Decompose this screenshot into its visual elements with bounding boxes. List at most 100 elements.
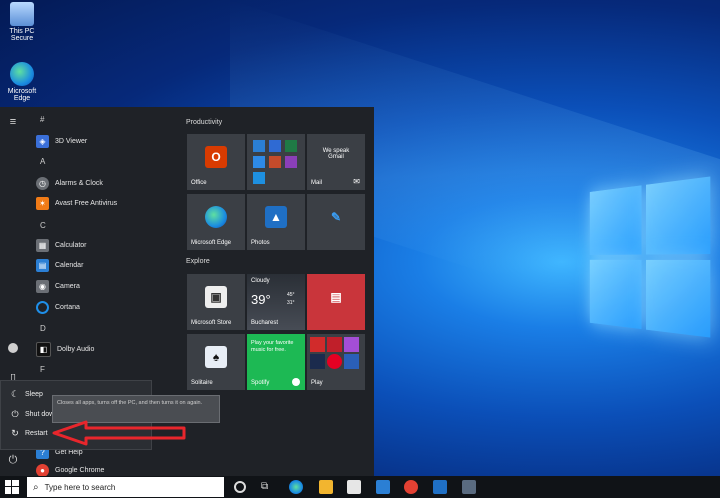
letter-header[interactable]: F bbox=[40, 365, 45, 374]
taskbar: ⌕ Type here to search ⧉ bbox=[0, 476, 720, 498]
chrome-icon[interactable] bbox=[404, 480, 418, 494]
tile-mail[interactable]: We speak Gmail Mail ✉ bbox=[307, 134, 365, 190]
list-item[interactable]: ◧ Dolby Audio bbox=[36, 341, 94, 357]
desktop-icon-thispc[interactable]: This PC Secure bbox=[2, 2, 42, 42]
excel-icon bbox=[285, 140, 297, 152]
restart-tooltip: Closes all apps, turns off the PC, and t… bbox=[52, 395, 220, 423]
app-label: 3D Viewer bbox=[55, 137, 88, 145]
store-icon[interactable] bbox=[347, 480, 361, 494]
search-placeholder: Type here to search bbox=[44, 482, 116, 492]
list-item[interactable]: Cortana bbox=[36, 299, 80, 315]
power-icon[interactable]: ⏻ bbox=[6, 453, 20, 467]
cube-icon: ◈ bbox=[36, 134, 49, 148]
list-item[interactable]: ▤ Calendar bbox=[36, 257, 83, 273]
outlook-icon bbox=[253, 140, 265, 152]
restart-icon: ↻ bbox=[11, 428, 19, 438]
app-icon[interactable] bbox=[462, 480, 476, 494]
moon-icon: ☾ bbox=[10, 389, 20, 399]
letter-header[interactable]: # bbox=[40, 115, 44, 124]
power-icon: ⏻ bbox=[11, 409, 19, 419]
weather-low: 31° bbox=[287, 300, 295, 306]
photos-icon: ▲ bbox=[265, 206, 287, 228]
tile-play[interactable]: Play bbox=[307, 334, 365, 390]
chrome-icon: ● bbox=[36, 463, 49, 477]
tile-photos[interactable]: ▲ Photos bbox=[247, 194, 305, 250]
weather-temp: 39° bbox=[251, 292, 271, 307]
avatar[interactable] bbox=[8, 343, 18, 353]
pen-icon: ✎ bbox=[330, 210, 342, 224]
hamburger-icon[interactable]: ≡ bbox=[6, 115, 20, 129]
tile-label: Office bbox=[191, 180, 207, 186]
computer-icon bbox=[10, 2, 34, 26]
shutdown-option[interactable]: ⏻ Shut down bbox=[9, 409, 58, 420]
office-apps-grid bbox=[253, 140, 301, 184]
file-explorer-icon[interactable] bbox=[319, 480, 333, 494]
store-icon: ▣ bbox=[205, 286, 227, 308]
tile-label: Spotify bbox=[251, 380, 270, 386]
app-label: Camera bbox=[55, 282, 80, 290]
skype-icon bbox=[253, 172, 265, 184]
tile-label: Mail bbox=[311, 180, 323, 186]
task-view-icon[interactable]: ⧉ bbox=[261, 480, 275, 494]
edge-icon[interactable] bbox=[289, 480, 303, 494]
list-item[interactable]: ✶ Avast Free Antivirus bbox=[36, 195, 117, 211]
photos-icon[interactable] bbox=[433, 480, 447, 494]
app-label: Dolby Audio bbox=[57, 345, 95, 353]
cortana-icon bbox=[36, 300, 49, 314]
camera-icon: ◉ bbox=[36, 279, 49, 293]
letter-header[interactable]: C bbox=[40, 221, 46, 230]
list-item[interactable]: ▦ Calculator bbox=[36, 237, 87, 253]
office-icon: O bbox=[205, 146, 227, 168]
tile-news[interactable]: ▤ bbox=[307, 274, 365, 330]
tile-edge[interactable]: Microsoft Edge bbox=[187, 194, 245, 250]
restart-option[interactable]: ↻ Restart bbox=[9, 428, 48, 439]
tile-label: Play bbox=[311, 380, 323, 386]
desktop-icon-label: Microsoft Edge bbox=[7, 88, 37, 102]
mail-icon[interactable] bbox=[376, 480, 390, 494]
desktop-icon-label: This PC Secure bbox=[9, 28, 35, 42]
avast-icon: ✶ bbox=[36, 196, 49, 210]
tile-label: Photos bbox=[251, 240, 270, 246]
taskbar-search[interactable]: ⌕ Type here to search bbox=[27, 477, 224, 497]
letter-header[interactable]: A bbox=[40, 157, 45, 166]
tile-label: Bucharest bbox=[251, 320, 279, 326]
app-label: Calendar bbox=[55, 261, 84, 269]
letter-header[interactable]: D bbox=[40, 324, 46, 333]
app-label: Cortana bbox=[55, 303, 80, 311]
pinterest-icon bbox=[327, 354, 342, 369]
tile-label: Solitaire bbox=[191, 380, 213, 386]
edge-icon bbox=[10, 62, 34, 86]
tile-solitaire[interactable]: ♠ Solitaire bbox=[187, 334, 245, 390]
mail-tile-text: We speak Gmail bbox=[322, 148, 350, 160]
windows-start-icon[interactable] bbox=[5, 480, 19, 494]
cortana-icon[interactable] bbox=[234, 481, 246, 493]
photoshop-icon bbox=[310, 354, 325, 369]
game-icon bbox=[344, 337, 359, 352]
list-item[interactable]: ◷ Alarms & Clock bbox=[36, 175, 103, 191]
list-item[interactable]: ◉ Camera bbox=[36, 278, 80, 294]
group-label[interactable]: Explore bbox=[186, 258, 210, 265]
spotify-tile-text: Play your favorite music for free. bbox=[251, 340, 294, 353]
sleep-option[interactable]: ☾ Sleep bbox=[9, 389, 43, 400]
tile-office-apps[interactable] bbox=[247, 134, 305, 190]
play-apps-grid bbox=[310, 337, 359, 369]
list-item[interactable]: ◈ 3D Viewer bbox=[36, 133, 87, 149]
tile-pen[interactable]: ✎ bbox=[307, 194, 365, 250]
powerpoint-icon bbox=[269, 156, 281, 168]
calendar-icon: ▤ bbox=[36, 258, 49, 272]
tile-weather[interactable]: Cloudy 39° 45° 31° Bucharest bbox=[247, 274, 305, 330]
search-icon: ⌕ bbox=[33, 481, 39, 493]
power-option-label: Restart bbox=[25, 430, 48, 437]
weather-high: 45° bbox=[287, 292, 295, 298]
app-icon bbox=[344, 354, 359, 369]
calculator-icon: ▦ bbox=[36, 238, 49, 252]
word-icon bbox=[269, 140, 281, 152]
group-label[interactable]: Productivity bbox=[186, 119, 222, 126]
tile-spotify[interactable]: Play your favorite music for free. Spoti… bbox=[247, 334, 305, 390]
tile-office[interactable]: O Office bbox=[187, 134, 245, 190]
onedrive-icon bbox=[253, 156, 265, 168]
app-label: Google Chrome bbox=[55, 466, 105, 474]
weather-condition: Cloudy bbox=[251, 278, 270, 284]
tile-store[interactable]: ▣ Microsoft Store bbox=[187, 274, 245, 330]
desktop-icon-edge[interactable]: Microsoft Edge bbox=[2, 62, 42, 102]
